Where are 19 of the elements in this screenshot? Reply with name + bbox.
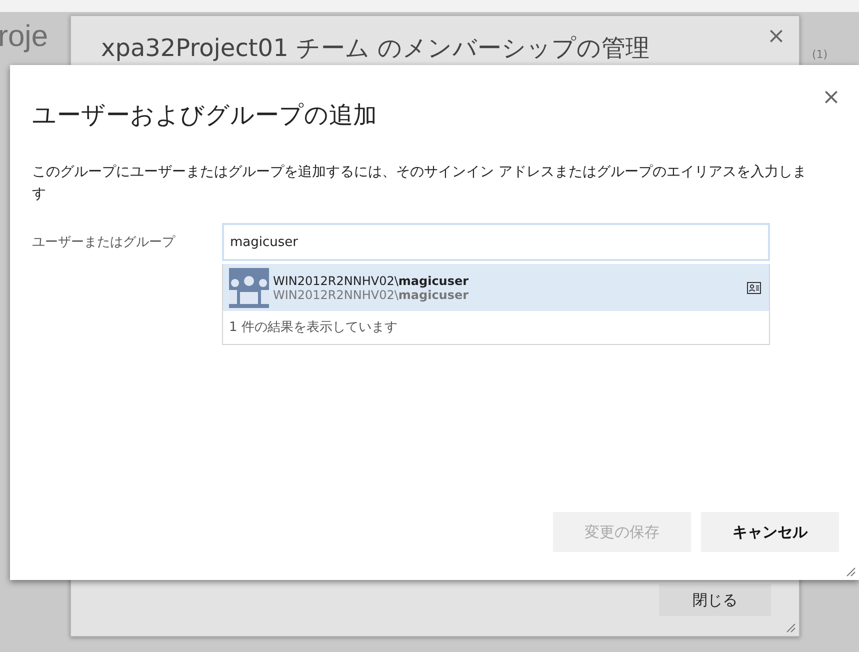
resize-grip-icon[interactable] (846, 567, 856, 577)
user-name: WIN2012R2NNHV02\magicuser (273, 274, 470, 288)
field-label: ユーザーまたはグループ (32, 234, 176, 252)
user-account: WIN2012R2NNHV02\magicuser (273, 288, 470, 302)
resize-grip-icon[interactable] (786, 623, 796, 633)
dialog-title: ユーザーおよびグループの追加 (32, 100, 378, 131)
user-search-field[interactable]: magicuser (222, 223, 770, 261)
contact-card-icon[interactable] (747, 282, 761, 294)
member-count: (1) (812, 48, 828, 61)
suggestion-item[interactable]: WIN2012R2NNHV02\magicuser WIN2012R2NNHV02\magicuser (223, 264, 769, 311)
close-dialog-button[interactable]: 閉じる (659, 584, 771, 616)
description: このグループにユーザーまたはグループを追加するには、そのサインイン アドレスまたはグループのエイリアスを入力します (32, 163, 808, 204)
dialog-title: xpa32Project01 チーム のメンバーシップの管理 (101, 34, 650, 62)
close-button[interactable]: × (822, 87, 840, 109)
page-heading: roje (0, 20, 48, 54)
group-avatar-icon (229, 268, 269, 308)
close-button[interactable]: × (767, 26, 786, 48)
cancel-button[interactable]: キャンセル (701, 512, 839, 552)
result-count: 1 件の結果を表示しています (228, 319, 398, 337)
